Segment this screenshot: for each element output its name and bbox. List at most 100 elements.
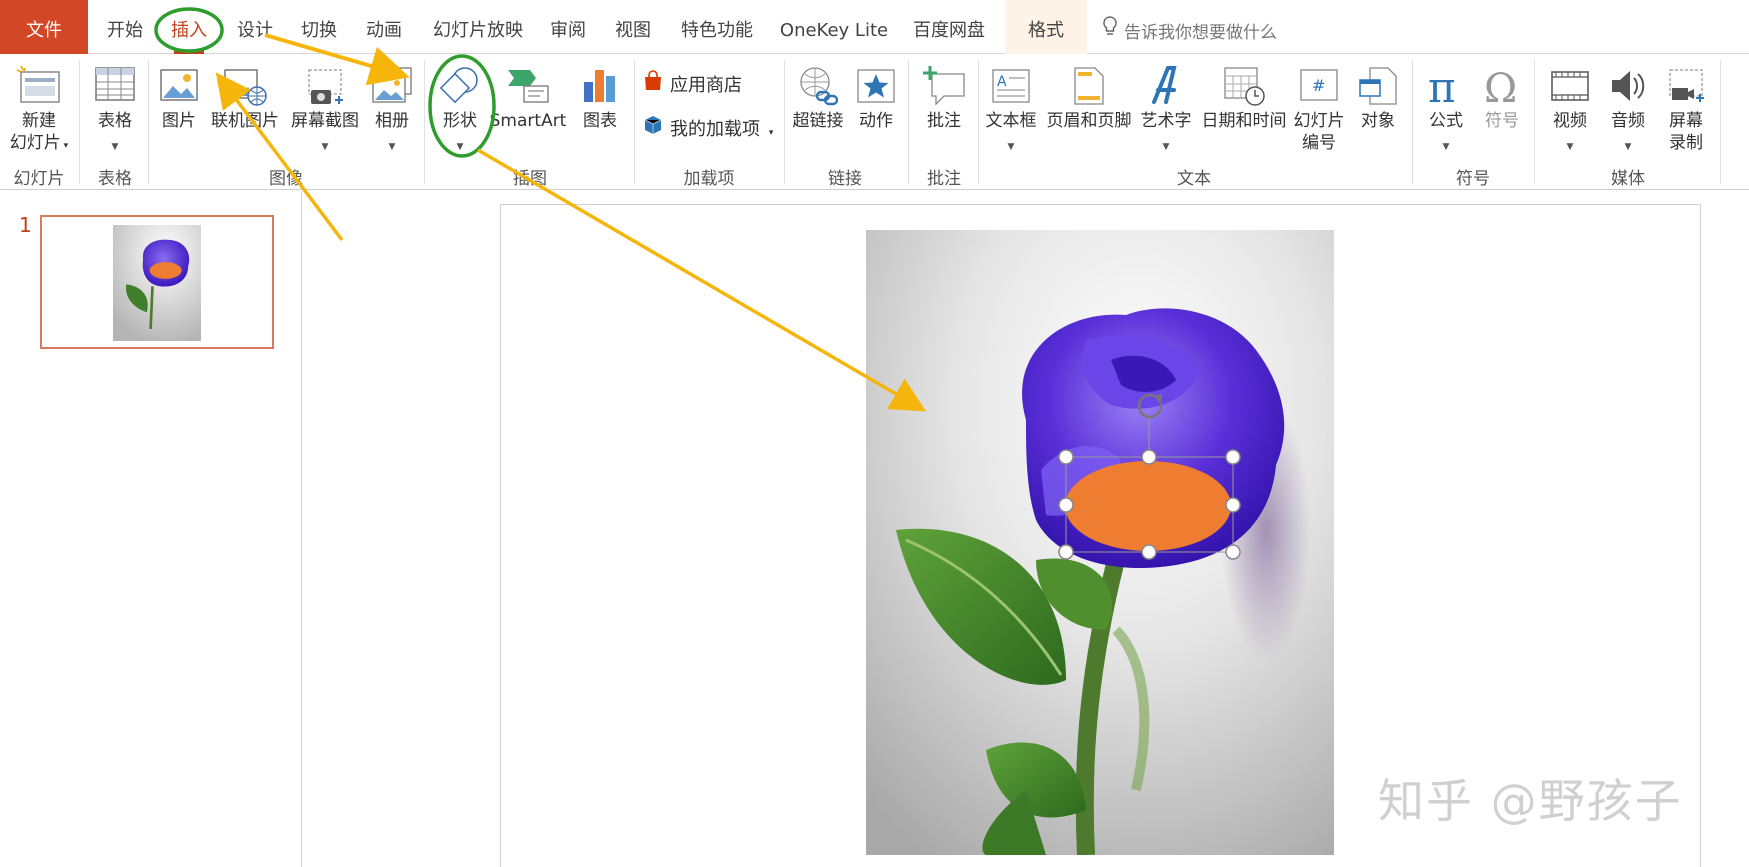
divider	[634, 60, 635, 184]
screen-record-button[interactable]: 屏幕 录制	[1656, 54, 1716, 162]
tab-review[interactable]: 审阅	[541, 0, 595, 54]
svg-text:Ω: Ω	[1484, 66, 1517, 108]
new-slide-label-2: 幻灯片 ▾	[9, 133, 69, 153]
action-label: 动作	[859, 111, 893, 131]
symbol-button[interactable]: Ω 符号	[1476, 54, 1528, 162]
new-slide-label-1: 新建	[22, 111, 56, 131]
tab-features[interactable]: 特色功能	[672, 0, 762, 54]
ribbon-insert: 新建 幻灯片 ▾ 幻灯片 表格 ▼ 表格 图片 联机图片 屏幕截图 ▼ 相册 ▼…	[0, 54, 1749, 190]
equation-label: 公式	[1429, 111, 1463, 131]
picture-button[interactable]: 图片	[154, 54, 204, 162]
screen-record-label-1: 屏幕	[1669, 111, 1703, 131]
object-label: 对象	[1361, 111, 1395, 131]
picture-icon	[157, 64, 201, 112]
rose-photo[interactable]	[866, 230, 1334, 855]
tab-format[interactable]: 格式	[1005, 0, 1087, 54]
textbox-icon: A	[989, 64, 1033, 112]
hyperlink-icon	[795, 64, 841, 112]
group-label-images: 图像	[269, 169, 303, 189]
tab-view[interactable]: 视图	[606, 0, 660, 54]
table-button[interactable]: 表格 ▼	[84, 54, 146, 162]
hyperlink-label: 超链接	[792, 111, 844, 131]
tab-design[interactable]: 设计	[228, 0, 282, 54]
divider	[978, 60, 979, 184]
svg-text:A: A	[997, 74, 1007, 90]
album-icon	[369, 64, 415, 112]
datetime-label: 日期和时间	[1201, 111, 1287, 131]
online-picture-button[interactable]: 联机图片	[208, 54, 282, 162]
audio-button[interactable]: 音频 ▼	[1600, 54, 1656, 162]
chart-icon	[578, 64, 622, 112]
tab-insert[interactable]: 插入	[162, 0, 216, 54]
datetime-button[interactable]: 日期和时间	[1198, 54, 1290, 162]
chevron-down-icon: ▼	[388, 142, 396, 152]
new-slide-button[interactable]: 新建 幻灯片 ▾	[2, 54, 76, 162]
album-label: 相册	[375, 111, 409, 131]
screenshot-button[interactable]: 屏幕截图 ▼	[286, 54, 364, 162]
smartart-button[interactable]: SmartArt	[488, 54, 568, 162]
textbox-label: 文本框	[985, 111, 1037, 131]
video-button[interactable]: 视频 ▼	[1540, 54, 1600, 162]
object-button[interactable]: 对象	[1350, 54, 1406, 162]
group-label-links: 链接	[828, 169, 862, 189]
header-footer-label: 页眉和页脚	[1046, 111, 1132, 131]
header-footer-icon	[1069, 64, 1109, 112]
smartart-icon	[504, 64, 552, 112]
header-footer-button[interactable]: 页眉和页脚	[1042, 54, 1136, 162]
chevron-down-icon: ▼	[1566, 142, 1574, 152]
chevron-down-icon: ▼	[1624, 142, 1632, 152]
tab-transitions[interactable]: 切换	[292, 0, 346, 54]
tell-me-search[interactable]: 告诉我你想要做什么	[1102, 0, 1277, 54]
divider	[424, 60, 425, 184]
slide-thumbnail[interactable]	[40, 215, 274, 349]
comment-button[interactable]: 批注	[914, 54, 974, 162]
group-label-addins: 加载项	[683, 169, 735, 189]
table-label: 表格	[98, 111, 132, 131]
chart-label: 图表	[583, 111, 617, 131]
tab-slideshow[interactable]: 幻灯片放映	[426, 0, 530, 54]
screen-record-icon	[1664, 64, 1708, 112]
slide-number: 1	[19, 213, 32, 237]
chevron-down-icon: ▼	[1162, 142, 1170, 152]
action-button[interactable]: 动作	[850, 54, 902, 162]
divider	[1412, 60, 1413, 184]
textbox-button[interactable]: A 文本框 ▼	[982, 54, 1040, 162]
comment-label: 批注	[927, 111, 961, 131]
group-label-slides: 幻灯片	[13, 169, 65, 189]
group-label-tables: 表格	[98, 169, 132, 189]
group-label-text: 文本	[1177, 169, 1211, 189]
divider	[148, 60, 149, 184]
album-button[interactable]: 相册 ▼	[366, 54, 418, 162]
shapes-button[interactable]: 形状 ▼	[432, 54, 488, 162]
store-button[interactable]: 应用商店	[642, 70, 742, 100]
divider	[1720, 60, 1721, 184]
hyperlink-button[interactable]: 超链接	[788, 54, 848, 162]
slide-number-button[interactable]: # 幻灯片 编号	[1290, 54, 1348, 162]
table-icon	[93, 64, 137, 108]
tab-file[interactable]: 文件	[0, 0, 88, 54]
audio-icon	[1606, 64, 1650, 112]
equation-button[interactable]: π 公式 ▼	[1418, 54, 1474, 162]
datetime-icon	[1221, 64, 1267, 112]
chevron-down-icon: ▼	[321, 142, 329, 152]
comment-icon	[920, 64, 968, 112]
my-addins-button[interactable]: 我的加载项 ▾	[642, 114, 773, 144]
wordart-button[interactable]: 艺术字 ▼	[1136, 54, 1196, 162]
group-label-comments: 批注	[927, 169, 961, 189]
online-picture-label: 联机图片	[211, 111, 279, 131]
group-label-symbols: 符号	[1456, 169, 1490, 189]
group-label-media: 媒体	[1611, 169, 1645, 189]
tab-home[interactable]: 开始	[98, 0, 152, 54]
new-slide-icon	[15, 64, 63, 112]
thumbnail-image	[113, 225, 201, 341]
store-icon	[642, 70, 664, 102]
smartart-label: SmartArt	[489, 111, 567, 131]
slide-number-label-1: 幻灯片	[1293, 111, 1345, 131]
tab-baidu-netdisk[interactable]: 百度网盘	[906, 0, 992, 54]
screenshot-icon	[301, 64, 349, 112]
store-label: 应用商店	[670, 75, 742, 96]
chart-button[interactable]: 图表	[570, 54, 630, 162]
tab-animations[interactable]: 动画	[357, 0, 411, 54]
tab-onekey-lite[interactable]: OneKey Lite	[774, 0, 894, 54]
divider	[784, 60, 785, 184]
